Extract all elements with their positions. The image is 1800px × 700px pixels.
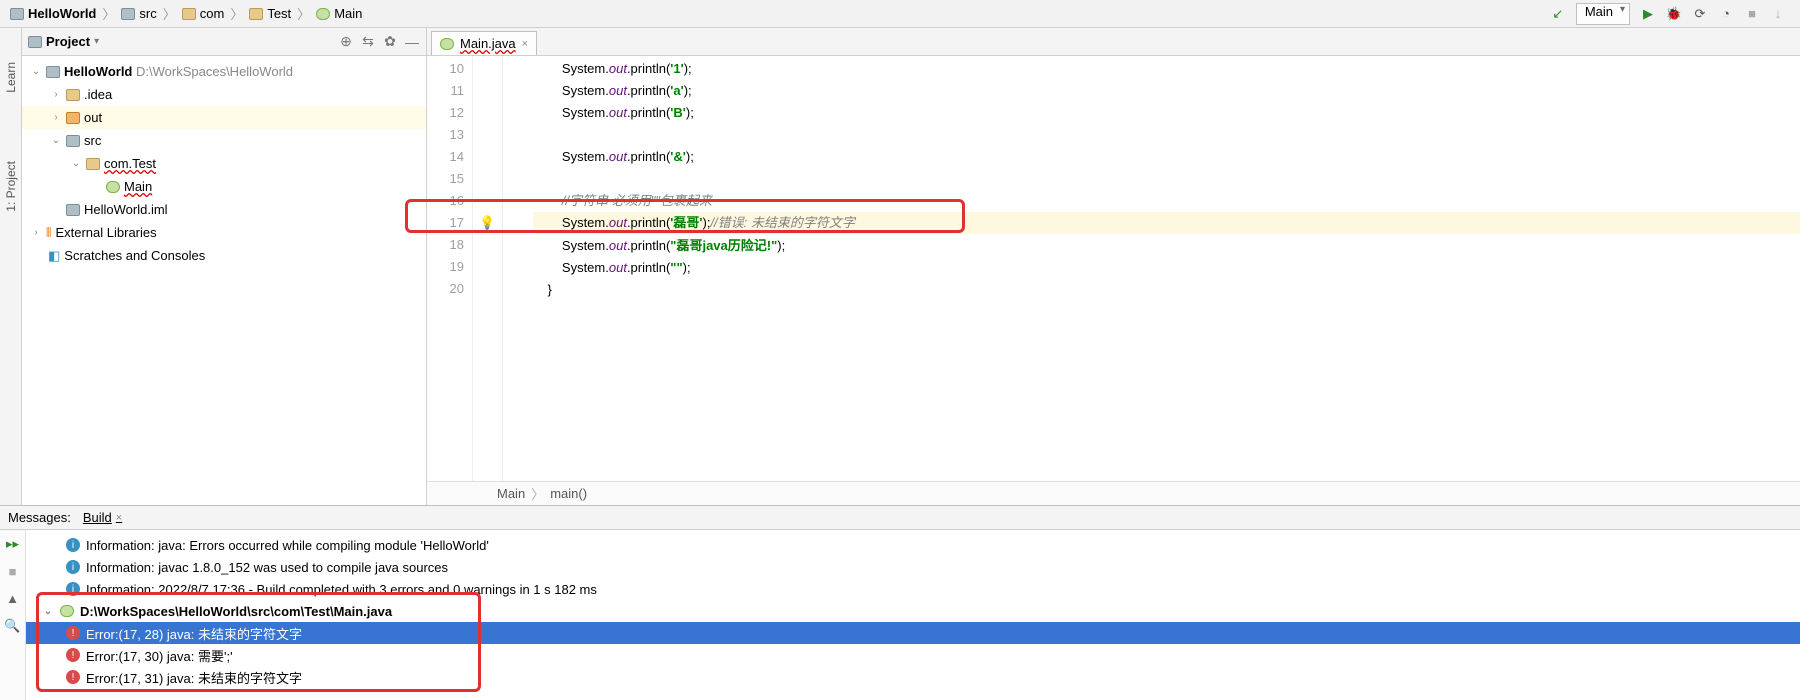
stop-icon[interactable]: ■: [1744, 6, 1760, 22]
tree-toggle[interactable]: ›: [50, 89, 62, 100]
tree-item[interactable]: HelloWorld.iml: [22, 198, 426, 221]
filter-icon[interactable]: ▲: [6, 591, 19, 606]
project-tool-window: Project▾ ⊕ ⇆ ✿ — ⌄ HelloWorld D:\WorkSpa…: [22, 28, 427, 505]
folder-o-icon: [66, 112, 80, 124]
tree-toggle[interactable]: ⌄: [42, 606, 54, 617]
external-libraries[interactable]: › ⫴ External Libraries: [22, 221, 426, 244]
error-icon: !: [66, 670, 80, 684]
tree-item[interactable]: ⌄src: [22, 129, 426, 152]
expand-icon[interactable]: ⇆: [360, 33, 376, 50]
main-area: Learn 1: Project Project▾ ⊕ ⇆ ✿ — ⌄ Hell…: [0, 28, 1800, 505]
breadcrumb-item[interactable]: Main: [312, 6, 366, 21]
breadcrumb-sep: 〉: [163, 4, 176, 23]
info-icon: i: [66, 538, 80, 552]
editor-body[interactable]: 1011121314151617181920 💡 System.out.prin…: [427, 56, 1800, 481]
stop-build-icon[interactable]: ■: [9, 564, 17, 579]
hide-icon[interactable]: —: [404, 34, 420, 50]
tree-toggle[interactable]: ⌄: [30, 66, 42, 77]
editor-breadcrumb: Main 〉 main(): [427, 481, 1800, 505]
editor-crumb-item[interactable]: Main: [497, 486, 525, 501]
messages-panel: Messages: Build× ▸▸ ■ ▲ 🔍 iInformation: …: [0, 505, 1800, 700]
breadcrumb-sep: 〉: [297, 4, 310, 23]
learn-tab[interactable]: Learn: [2, 58, 20, 97]
tree-item[interactable]: ›.idea: [22, 83, 426, 106]
tree-toggle[interactable]: ⌄: [50, 135, 62, 146]
view-mode-dropdown[interactable]: ▾: [94, 36, 99, 47]
editor-tab[interactable]: Main.java ×: [431, 31, 537, 55]
close-tab-icon[interactable]: ×: [522, 38, 528, 50]
project-tree[interactable]: ⌄ HelloWorld D:\WorkSpaces\HelloWorld ›.…: [22, 56, 426, 505]
class-icon: [106, 181, 120, 193]
search-icon[interactable]: 🔍: [4, 618, 20, 634]
project-icon: [28, 36, 42, 48]
locate-icon[interactable]: ⊕: [338, 33, 354, 50]
message-row[interactable]: iInformation: 2022/8/7 17:36 - Build com…: [26, 578, 1800, 600]
tree-item[interactable]: Main: [22, 175, 426, 198]
breadcrumb-sep: 〉: [102, 4, 115, 23]
folder-icon: [86, 158, 100, 170]
folder-icon: [66, 89, 80, 101]
class-icon: [440, 38, 454, 50]
tree-item[interactable]: ›out: [22, 106, 426, 129]
navigation-bar: HelloWorld 〉 src 〉 com 〉 Test 〉 Main ↙ M…: [0, 0, 1800, 28]
build-tab[interactable]: Build×: [83, 510, 122, 525]
file-icon: [60, 605, 74, 617]
back-icon[interactable]: ↙: [1550, 6, 1566, 22]
editor-crumb-item[interactable]: main(): [550, 486, 587, 501]
class-icon: [316, 8, 330, 20]
messages-tree[interactable]: iInformation: java: Errors occurred whil…: [26, 530, 1800, 700]
line-gutter: 1011121314151617181920: [427, 56, 473, 481]
editor-column: Main.java × 1011121314151617181920 💡 Sys…: [427, 28, 1800, 505]
editor-tabs: Main.java ×: [427, 28, 1800, 56]
info-icon: i: [66, 560, 80, 574]
error-icon: !: [66, 648, 80, 662]
coverage-icon[interactable]: ⟳: [1692, 6, 1708, 22]
update-icon[interactable]: ↓: [1770, 6, 1786, 22]
folder-icon: [249, 8, 263, 20]
info-icon: i: [66, 582, 80, 596]
message-row[interactable]: !Error:(17, 30) java: 需要';': [26, 644, 1800, 666]
rerun-icon[interactable]: ▸▸: [6, 536, 19, 552]
left-tool-rail: Learn 1: Project: [0, 28, 22, 505]
settings-icon[interactable]: ✿: [382, 33, 398, 50]
folder-icon: [121, 8, 135, 20]
project-tab[interactable]: 1: Project: [2, 157, 20, 216]
message-row[interactable]: !Error:(17, 28) java: 未结束的字符文字: [26, 622, 1800, 644]
messages-tabs: Messages: Build×: [0, 506, 1800, 530]
error-icon: !: [66, 626, 80, 640]
breadcrumb-item[interactable]: com: [178, 6, 229, 21]
code-area[interactable]: System.out.println('1'); System.out.prin…: [503, 56, 1800, 481]
close-tab-icon[interactable]: ×: [116, 512, 122, 524]
scratches-consoles[interactable]: ◧ Scratches and Consoles: [22, 244, 426, 267]
breadcrumb-item[interactable]: HelloWorld: [6, 6, 100, 21]
tree-toggle[interactable]: ›: [50, 112, 62, 123]
folder-icon: [182, 8, 196, 20]
tree-toggle[interactable]: ⌄: [70, 158, 82, 169]
project-header: Project▾ ⊕ ⇆ ✿ —: [22, 28, 426, 56]
message-row[interactable]: !Error:(17, 31) java: 未结束的字符文字: [26, 666, 1800, 688]
module-icon: [46, 66, 60, 78]
tree-toggle[interactable]: ›: [30, 227, 42, 238]
icon-gutter: 💡: [473, 56, 503, 481]
mod-icon: [66, 135, 80, 147]
breadcrumb-sep: 〉: [230, 4, 243, 23]
run-icon[interactable]: ▶: [1640, 6, 1656, 22]
breadcrumb-item[interactable]: Test: [245, 6, 295, 21]
debug-icon[interactable]: 🐞: [1666, 6, 1682, 22]
message-row[interactable]: iInformation: javac 1.8.0_152 was used t…: [26, 556, 1800, 578]
mod-icon: [66, 204, 80, 216]
profile-icon[interactable]: ◔: [1718, 6, 1734, 22]
messages-title: Messages:: [8, 510, 71, 525]
run-config-selector[interactable]: Main: [1576, 3, 1630, 25]
tree-root[interactable]: ⌄ HelloWorld D:\WorkSpaces\HelloWorld: [22, 60, 426, 83]
messages-toolbar: ▸▸ ■ ▲ 🔍: [0, 530, 26, 700]
message-row[interactable]: ⌄D:\WorkSpaces\HelloWorld\src\com\Test\M…: [26, 600, 1800, 622]
message-row[interactable]: iInformation: java: Errors occurred whil…: [26, 534, 1800, 556]
breadcrumb-item[interactable]: src: [117, 6, 160, 21]
tree-item[interactable]: ⌄com.Test: [22, 152, 426, 175]
module-icon: [10, 8, 24, 20]
